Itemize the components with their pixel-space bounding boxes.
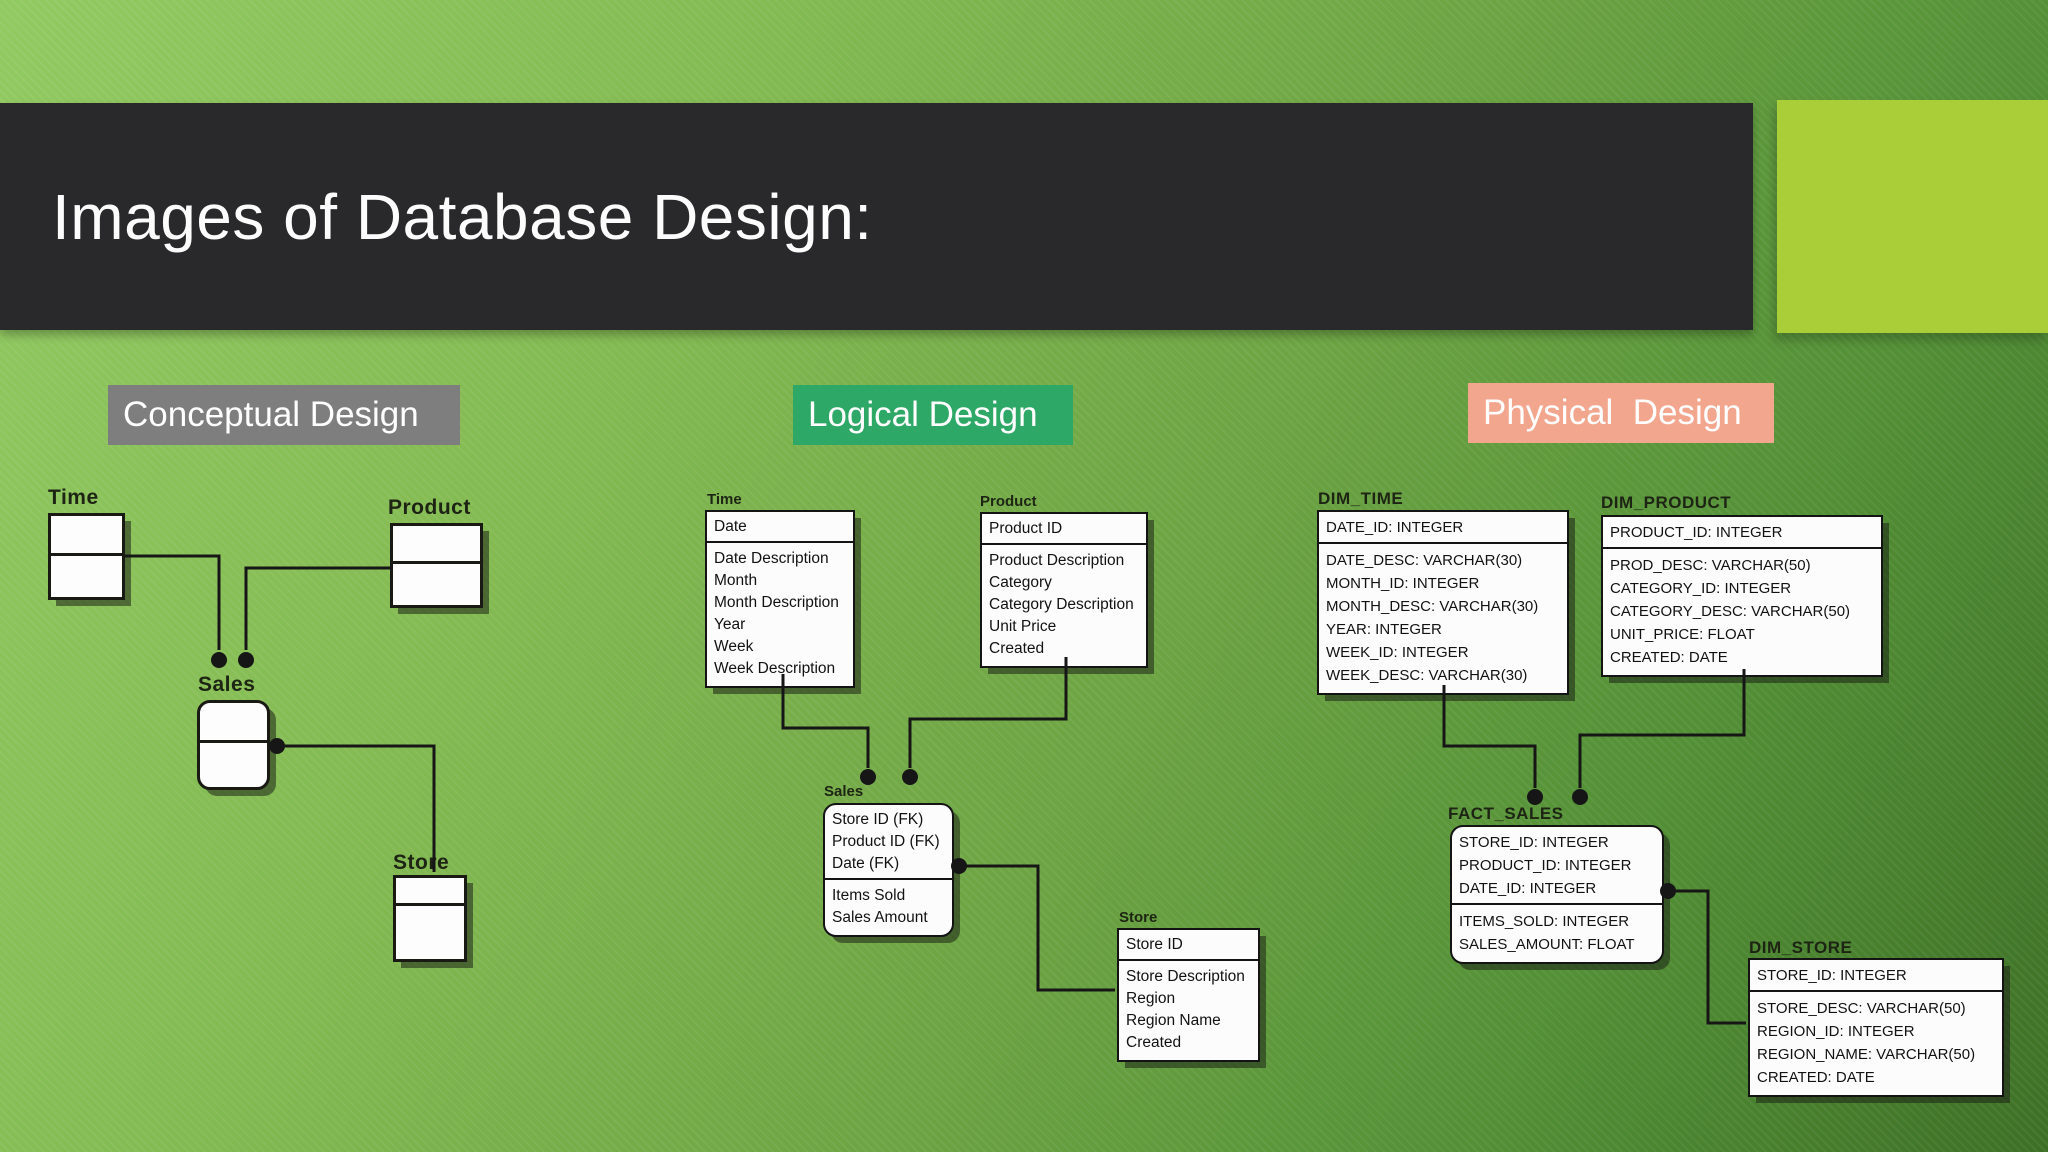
connector-dot xyxy=(1527,789,1543,805)
entity-label-sales: Sales xyxy=(198,673,256,696)
physical-design-label-text: Physical Design xyxy=(1483,393,1742,432)
dim-time-attr: YEAR: INTEGER xyxy=(1326,621,1442,638)
connector-ltime-lsales xyxy=(781,674,870,768)
conceptual-design-label: Conceptual Design xyxy=(108,385,460,445)
dim-product-attr: CATEGORY_ID: INTEGER xyxy=(1610,580,1792,597)
table-product-attr: Product Description xyxy=(989,552,1125,569)
entity-product xyxy=(390,523,483,608)
entity-product-top xyxy=(393,526,480,564)
dim-product-attr: CREATED: DATE xyxy=(1610,649,1728,666)
dim-store-attr: CREATED: DATE xyxy=(1757,1069,1875,1086)
table-store-key: Store ID xyxy=(1126,936,1183,953)
table-time-attr: Date Description xyxy=(714,550,829,567)
fact-sales-key: STORE_ID: INTEGER xyxy=(1459,834,1609,851)
table-store-attr: Created xyxy=(1126,1034,1182,1051)
fact-sales-attr: ITEMS_SOLD: INTEGER xyxy=(1459,913,1630,930)
entity-time xyxy=(48,513,125,600)
dim-time-attr: WEEK_DESC: VARCHAR(30) xyxy=(1326,667,1528,684)
dim-product-attr: PROD_DESC: VARCHAR(50) xyxy=(1610,557,1811,574)
table-sales-attr: Sales Amount xyxy=(832,909,928,926)
table-time-attr: Week xyxy=(714,638,754,655)
table-store-attr: Region Name xyxy=(1126,1012,1221,1029)
title-bar: Images of Database Design: xyxy=(0,103,1753,330)
table-product-key: Product ID xyxy=(989,520,1063,537)
conceptual-design-label-text: Conceptual Design xyxy=(123,395,419,434)
entity-label-time: Time xyxy=(48,486,99,509)
accent-square xyxy=(1777,100,2048,333)
connector-dimtime-factsales xyxy=(1442,685,1537,788)
table-product-attr: Created xyxy=(989,640,1045,657)
table-sales-key: Date (FK) xyxy=(832,855,900,872)
connector-product-sales xyxy=(244,566,391,650)
dim-product-key: PRODUCT_ID: INTEGER xyxy=(1610,524,1783,541)
connector-lsales-lstore xyxy=(959,864,1115,992)
dim-store-attr: REGION_NAME: VARCHAR(50) xyxy=(1757,1046,1976,1063)
table-product-attr: Category xyxy=(989,574,1052,591)
table-dim-store: STORE_ID: INTEGER STORE_DESC: VARCHAR(50… xyxy=(1748,958,2004,1097)
dim-product-attr: CATEGORY_DESC: VARCHAR(50) xyxy=(1610,603,1851,620)
dim-store-key: STORE_ID: INTEGER xyxy=(1757,967,1907,984)
entity-sales-top xyxy=(200,703,267,743)
logical-design-label-text: Logical Design xyxy=(808,395,1038,434)
fact-sales-key: PRODUCT_ID: INTEGER xyxy=(1459,857,1632,874)
table-label-dim-store: DIM_STORE xyxy=(1749,938,1853,957)
table-sales-key: Store ID (FK) xyxy=(832,811,924,828)
dim-time-attr: MONTH_DESC: VARCHAR(30) xyxy=(1326,598,1539,615)
entity-store xyxy=(393,875,467,962)
table-store-attr: Store Description xyxy=(1126,968,1245,985)
table-fact-sales: STORE_ID: INTEGER PRODUCT_ID: INTEGER DA… xyxy=(1450,825,1664,964)
dim-store-attr: STORE_DESC: VARCHAR(50) xyxy=(1757,1000,1966,1017)
dim-time-attr: WEEK_ID: INTEGER xyxy=(1326,644,1469,661)
table-sales: Store ID (FK) Product ID (FK) Date (FK) … xyxy=(823,803,954,937)
table-product-attr: Category Description xyxy=(989,596,1134,613)
table-dim-product: PRODUCT_ID: INTEGER PROD_DESC: VARCHAR(5… xyxy=(1601,515,1883,677)
connector-dot xyxy=(211,652,227,668)
entity-time-top xyxy=(51,516,122,556)
table-time-attr: Year xyxy=(714,616,746,633)
physical-design-label: Physical Design xyxy=(1468,383,1774,443)
page-title: Images of Database Design: xyxy=(52,180,873,253)
table-time-attr: Month Description xyxy=(714,594,839,611)
table-time-attr: Week Description xyxy=(714,660,836,677)
dim-time-attr: MONTH_ID: INTEGER xyxy=(1326,575,1480,592)
table-product: Product ID Product Description Category … xyxy=(980,512,1148,668)
table-dim-time: DATE_ID: INTEGER DATE_DESC: VARCHAR(30) … xyxy=(1317,510,1569,695)
table-time-attr: Month xyxy=(714,572,758,589)
dim-time-attr: DATE_DESC: VARCHAR(30) xyxy=(1326,552,1523,569)
entity-store-top xyxy=(396,878,464,906)
table-label-dim-product: DIM_PRODUCT xyxy=(1601,493,1732,512)
entity-label-product: Product xyxy=(388,496,471,519)
connector-dot xyxy=(269,738,285,754)
table-sales-key: Product ID (FK) xyxy=(832,833,940,850)
table-store-attr: Region xyxy=(1126,990,1176,1007)
dim-product-attr: UNIT_PRICE: FLOAT xyxy=(1610,626,1755,643)
table-label-sales: Sales xyxy=(824,783,864,800)
table-label-store: Store xyxy=(1119,909,1158,926)
connector-time-sales xyxy=(125,554,221,650)
connector-dot xyxy=(1572,789,1588,805)
fact-sales-attr: SALES_AMOUNT: FLOAT xyxy=(1459,936,1635,953)
entity-sales xyxy=(197,700,270,790)
entity-label-store: Store xyxy=(393,851,450,874)
connector-dot xyxy=(238,652,254,668)
table-label-product: Product xyxy=(980,493,1037,510)
dim-store-attr: REGION_ID: INTEGER xyxy=(1757,1023,1915,1040)
table-product-attr: Unit Price xyxy=(989,618,1057,635)
fact-sales-key: DATE_ID: INTEGER xyxy=(1459,880,1597,897)
table-store: Store ID Store Description Region Region… xyxy=(1117,928,1260,1062)
connector-dot xyxy=(902,769,918,785)
logical-design-label: Logical Design xyxy=(793,385,1073,445)
table-time-key: Date xyxy=(714,518,747,535)
table-label-time: Time xyxy=(707,491,742,508)
connector-dimproduct-factsales xyxy=(1578,669,1746,788)
table-label-dim-time: DIM_TIME xyxy=(1318,489,1404,508)
connector-factsales-dimstore xyxy=(1668,889,1746,1025)
table-sales-attr: Items Sold xyxy=(832,887,906,904)
table-time: Date Date Description Month Month Descri… xyxy=(705,510,855,688)
dim-time-key: DATE_ID: INTEGER xyxy=(1326,519,1464,536)
connector-lproduct-lsales xyxy=(908,657,1068,768)
slide: { "title": "Images of Database Design:",… xyxy=(0,0,2048,1152)
table-label-fact-sales: FACT_SALES xyxy=(1448,804,1564,823)
